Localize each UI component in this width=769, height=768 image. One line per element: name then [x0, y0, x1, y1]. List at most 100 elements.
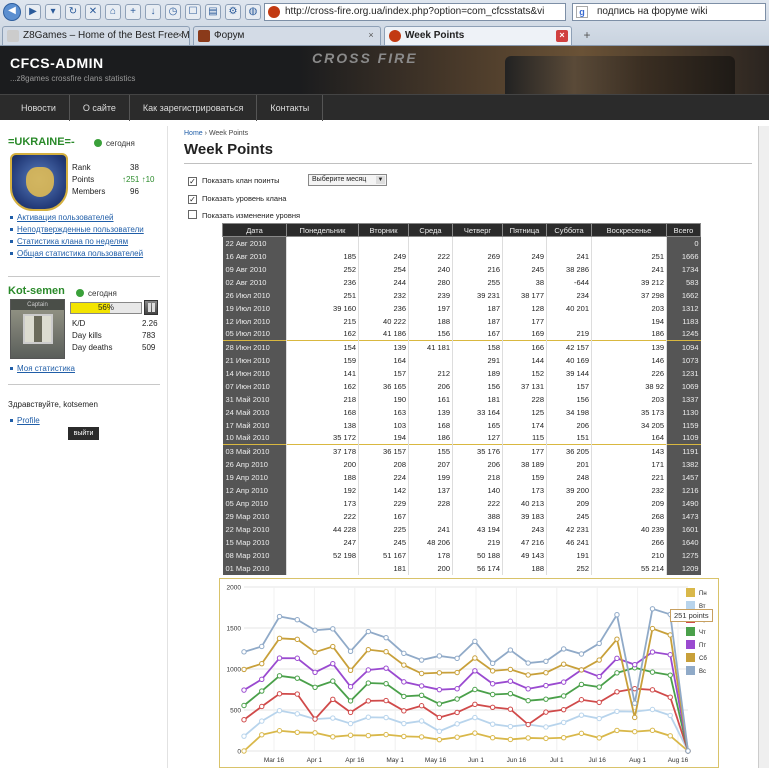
data-point: [543, 669, 549, 676]
cell: 39 183: [502, 509, 547, 523]
cell: 40 239: [591, 522, 667, 536]
new-tab-icon[interactable]: +: [576, 28, 598, 44]
cell: 163: [358, 405, 409, 419]
col-friday: Пятница: [502, 223, 547, 237]
nav-contacts[interactable]: Контакты: [257, 95, 324, 121]
cell-date: 10 Май 2010: [222, 431, 287, 445]
table-header-row: Дата Понедельник Вторник Среда Четверг П…: [222, 223, 701, 237]
cell: 241: [546, 249, 592, 263]
data-point: [365, 667, 372, 673]
opt-level-change[interactable]: Показать изменение уровня: [188, 210, 300, 220]
clan-name[interactable]: =UKRAINE=-: [8, 136, 75, 148]
opt-clan-points[interactable]: ✓ Показать клан поинты: [188, 176, 280, 186]
back-icon[interactable]: ◀: [3, 3, 21, 21]
dropdown-icon[interactable]: ▾: [45, 4, 61, 20]
data-point: [347, 732, 354, 738]
rank-badge-icon: [144, 300, 158, 315]
month-select[interactable]: Выберите месяц ▼: [308, 174, 387, 186]
reload-icon[interactable]: ↻: [65, 4, 81, 20]
data-point: [632, 714, 638, 721]
nav-about[interactable]: О сайте: [70, 95, 130, 121]
data-point: [330, 715, 336, 721]
cell-total: 1734: [666, 262, 701, 276]
cell: 39 231: [452, 288, 503, 302]
tab-z8games[interactable]: Z8Games – Home of the Best Free MM... ×: [2, 26, 190, 45]
data-point: [489, 691, 496, 698]
globe-icon[interactable]: ◍: [245, 4, 261, 20]
site-title[interactable]: CFCS-ADMIN: [10, 55, 104, 71]
page-scrollbar[interactable]: [758, 126, 769, 768]
legend-item[interactable]: Чт: [686, 627, 726, 640]
cell: 252: [286, 262, 359, 276]
cell: 168: [408, 418, 453, 432]
cell: 36 157: [358, 444, 409, 458]
bookmark-icon[interactable]: ☐: [185, 4, 201, 20]
z8-favicon-icon: [7, 30, 19, 42]
download-icon[interactable]: ↓: [145, 4, 161, 20]
tools-icon[interactable]: ⚙: [225, 4, 241, 20]
cell: 47 216: [502, 535, 547, 549]
table-row: 26 Апр 2010 200 208 207 206 38 189 201 171 1382: [222, 457, 701, 471]
cell: 41 186: [358, 327, 409, 341]
cell: 143: [591, 444, 667, 458]
data-point: [614, 670, 620, 676]
search-box[interactable]: g подпись на форуме wiki: [572, 3, 766, 21]
close-tab-icon[interactable]: ×: [365, 30, 377, 42]
cell-total: 1457: [666, 470, 701, 484]
cell: 210: [591, 548, 667, 562]
cell: 245: [546, 509, 592, 523]
addon-icon[interactable]: +: [125, 4, 141, 20]
stop-icon[interactable]: ✕: [85, 4, 101, 20]
cell-total: 1640: [666, 535, 701, 549]
print-icon[interactable]: ▤: [205, 4, 221, 20]
legend-item[interactable]: Пт: [686, 640, 726, 653]
nav-register[interactable]: Как зарегистрироваться: [130, 95, 258, 121]
x-tick-label: Jun 16: [507, 757, 527, 764]
cell: 52 198: [286, 548, 359, 562]
history-icon[interactable]: ◷: [165, 4, 181, 20]
cell: 137: [408, 483, 453, 497]
link-profile[interactable]: Profile: [10, 416, 40, 425]
link-unconfirmed-users[interactable]: Неподтвержденные пользователи: [10, 225, 144, 234]
player-name[interactable]: Kot-semen: [8, 285, 65, 297]
tab-forum[interactable]: Форум ×: [193, 26, 381, 45]
link-general-stats[interactable]: Общая статистика пользователей: [10, 249, 144, 258]
url-text: http://cross-fire.org.ua/index.php?optio…: [285, 6, 545, 17]
opt-clan-level[interactable]: ✓ Показать уровень клана: [188, 194, 286, 204]
cell: 199: [408, 470, 453, 484]
data-point: [365, 732, 372, 739]
data-point: [241, 748, 247, 754]
checkbox-unchecked-icon[interactable]: [188, 210, 197, 219]
cell: 125: [502, 405, 547, 419]
close-tab-icon[interactable]: ×: [174, 30, 186, 42]
table-row: 07 Июн 2010 162 36 165 206 156 37 131 157 38 92…: [222, 379, 701, 393]
cell: 266: [591, 535, 667, 549]
legend-item[interactable]: Вс: [686, 666, 726, 679]
address-bar[interactable]: http://cross-fire.org.ua/index.php?optio…: [264, 3, 566, 21]
link-my-stats[interactable]: Моя статистика: [10, 364, 75, 373]
legend-item[interactable]: Пн: [686, 588, 726, 601]
data-point: [578, 712, 585, 718]
breadcrumb-home[interactable]: Home: [184, 130, 203, 137]
home-icon[interactable]: ⌂: [105, 4, 121, 20]
forward-icon[interactable]: ▶: [25, 4, 41, 20]
data-point: [294, 617, 300, 623]
legend-item[interactable]: Сб: [686, 653, 726, 666]
cell-total: 1312: [666, 301, 701, 315]
data-point: [489, 681, 496, 687]
data-point: [454, 709, 460, 716]
cell-total: 1191: [666, 444, 701, 458]
tab-week-points[interactable]: Week Points ×: [384, 26, 572, 45]
checkbox-checked-icon[interactable]: ✓: [188, 177, 197, 186]
link-activate-users[interactable]: Активация пользователей: [10, 213, 144, 222]
data-point: [241, 717, 247, 723]
player-avatar: Captain: [10, 299, 65, 359]
nav-news[interactable]: Новости: [8, 95, 70, 121]
data-point: [241, 702, 247, 709]
close-tab-icon[interactable]: ×: [556, 30, 568, 42]
cell: 232: [358, 288, 409, 302]
logout-button[interactable]: выйти: [68, 427, 99, 440]
data-point: [330, 660, 336, 667]
checkbox-checked-icon[interactable]: ✓: [188, 195, 197, 204]
link-weekly-stats[interactable]: Статистика клана по неделям: [10, 237, 144, 246]
